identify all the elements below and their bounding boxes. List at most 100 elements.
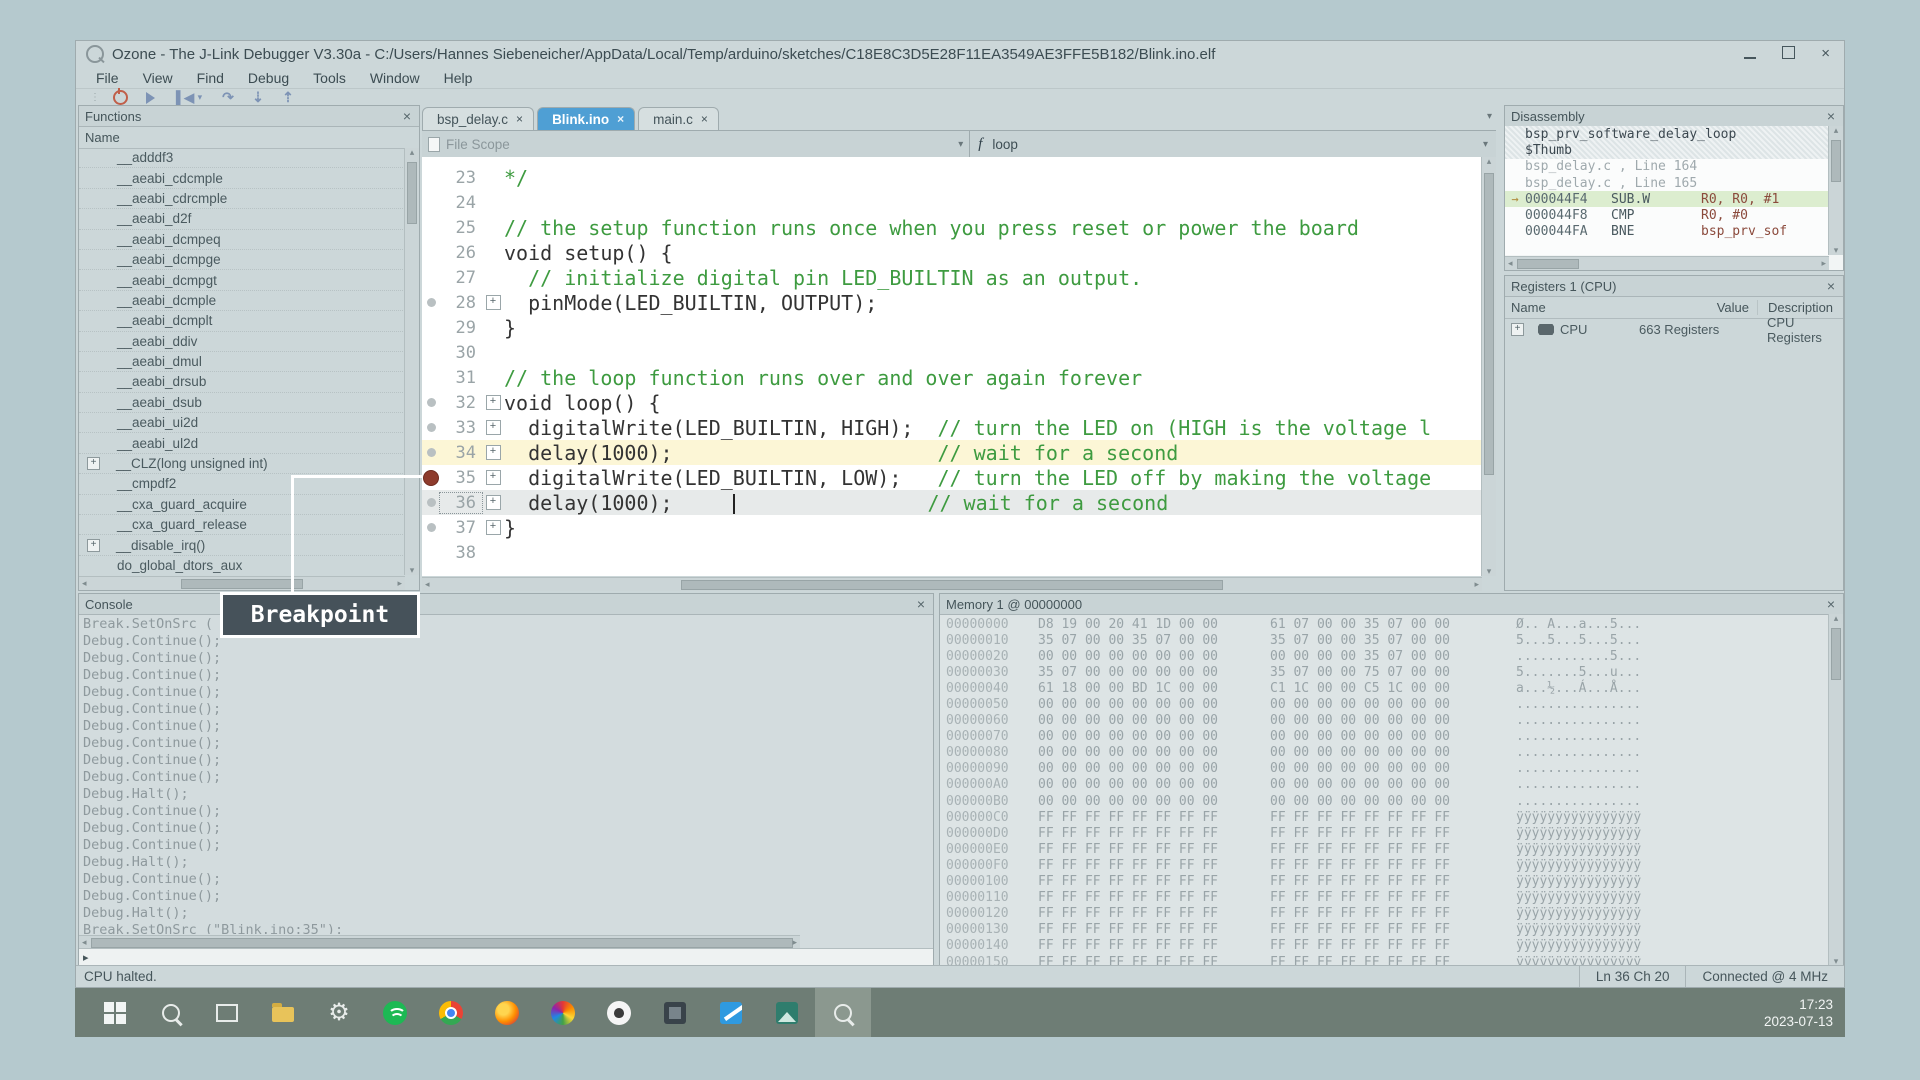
close-icon[interactable]: × <box>401 109 413 123</box>
memory-row[interactable]: 000000B000 00 00 00 00 00 00 0000 00 00 … <box>946 793 1829 809</box>
fold-icon[interactable]: + <box>486 495 501 510</box>
code-line[interactable]: 33+ digitalWrite(LED_BUILTIN, HIGH); // … <box>422 415 1482 440</box>
functions-panel-header[interactable]: Functions × <box>79 106 419 127</box>
memory-hex-view[interactable]: 00000000D8 19 00 20 41 1D 00 0061 07 00 … <box>940 614 1829 966</box>
color-wheel-button[interactable] <box>535 988 591 1037</box>
register-row-cpu[interactable]: + CPU 663 Registers CPU Registers <box>1505 319 1843 340</box>
code-line[interactable]: 28+ pinMode(LED_BUILTIN, OUTPUT); <box>422 290 1482 315</box>
scroll-left-icon[interactable]: ◂ <box>82 938 87 947</box>
code-line[interactable]: 32+void loop() { <box>422 390 1482 415</box>
power-button[interactable] <box>112 90 128 106</box>
function-list-item[interactable]: __aeabi_d2f <box>79 209 405 229</box>
memory-vertical-scrollbar[interactable]: ▴ ▾ <box>1828 614 1843 966</box>
column-value[interactable]: Value <box>1639 300 1749 315</box>
code-line[interactable]: 29} <box>422 315 1482 340</box>
memory-row[interactable]: 0000007000 00 00 00 00 00 00 0000 00 00 … <box>946 729 1829 745</box>
scrollbar-thumb[interactable] <box>681 580 1223 590</box>
memory-panel-header[interactable]: Memory 1 @ 00000000 × <box>940 594 1843 615</box>
scroll-right-icon[interactable]: ▸ <box>793 938 798 947</box>
function-list-item[interactable]: +__CLZ(long unsigned int) <box>79 454 405 474</box>
scrollbar-thumb[interactable] <box>181 579 303 589</box>
menu-item-find[interactable]: Find <box>185 70 236 86</box>
photos-button[interactable] <box>759 988 815 1037</box>
snipping-tool-button[interactable] <box>647 988 703 1037</box>
disassembly-sym-line[interactable]: $Thumb <box>1505 142 1829 158</box>
memory-row[interactable]: 00000000D8 19 00 20 41 1D 00 0061 07 00 … <box>946 616 1829 632</box>
step-out-button[interactable]: ⇡ <box>280 90 296 106</box>
line-marker-dot[interactable] <box>427 398 436 407</box>
memory-row[interactable]: 000000E0FF FF FF FF FF FF FF FFFF FF FF … <box>946 841 1829 857</box>
console-horizontal-scrollbar[interactable]: ◂ ▸ <box>79 935 800 949</box>
title-bar[interactable]: Ozone - The J-Link Debugger V3.30a - C:/… <box>76 41 1844 67</box>
expand-icon[interactable]: + <box>87 539 100 552</box>
memory-row[interactable]: 000000F0FF FF FF FF FF FF FF FFFF FF FF … <box>946 857 1829 873</box>
fold-icon[interactable]: + <box>486 445 501 460</box>
code-line[interactable]: 23*/ <box>422 165 1482 190</box>
memory-row[interactable]: 00000130FF FF FF FF FF FF FF FFFF FF FF … <box>946 922 1829 938</box>
scroll-left-icon[interactable]: ◂ <box>82 579 87 588</box>
close-icon[interactable]: × <box>915 597 927 611</box>
scrollbar-thumb[interactable] <box>1484 173 1494 475</box>
step-over-button[interactable]: ↷ <box>220 90 236 106</box>
maximize-button[interactable] <box>1782 46 1795 62</box>
console-log[interactable]: Break.SetOnSrc (Debug.Continue();Debug.C… <box>79 614 933 934</box>
memory-row[interactable]: 0000001035 07 00 00 35 07 00 0035 07 00 … <box>946 632 1829 648</box>
close-button[interactable]: × <box>1821 46 1830 62</box>
gutter-dot-column[interactable] <box>422 523 440 532</box>
code-line[interactable]: 25// the setup function runs once when y… <box>422 215 1482 240</box>
memory-row[interactable]: 00000120FF FF FF FF FF FF FF FFFF FF FF … <box>946 906 1829 922</box>
file-scope-dropdown[interactable]: File Scope ▾ <box>422 131 970 157</box>
taskbar-clock[interactable]: 17:23 2023-07-13 <box>1764 996 1845 1030</box>
taskbar-search-button[interactable] <box>143 988 199 1037</box>
scroll-up-icon[interactable]: ▴ <box>1482 157 1496 166</box>
settings-button[interactable]: ⚙ <box>311 988 367 1037</box>
code-line[interactable]: 27 // initialize digital pin LED_BUILTIN… <box>422 265 1482 290</box>
function-list-item[interactable]: __adddf3 <box>79 148 405 168</box>
memory-row[interactable]: 0000003035 07 00 00 00 00 00 0035 07 00 … <box>946 664 1829 680</box>
functions-vertical-scrollbar[interactable]: ▴ ▾ <box>404 148 419 575</box>
function-list-item[interactable]: __aeabi_cdrcmple <box>79 189 405 209</box>
function-list-item[interactable]: __aeabi_ddiv <box>79 332 405 352</box>
code-line[interactable]: 26void setup() { <box>422 240 1482 265</box>
file-explorer-button[interactable] <box>255 988 311 1037</box>
function-list-item[interactable]: __aeabi_dcmplt <box>79 311 405 331</box>
firefox-button[interactable] <box>479 988 535 1037</box>
disassembly-instruction[interactable]: 000044F8CMPR0, #0 <box>1505 207 1829 223</box>
memory-row[interactable]: 00000140FF FF FF FF FF FF FF FFFF FF FF … <box>946 938 1829 954</box>
disassembly-sym-line[interactable]: bsp_prv_software_delay_loop <box>1505 126 1829 142</box>
memory-row[interactable]: 0000006000 00 00 00 00 00 00 0000 00 00 … <box>946 713 1829 729</box>
memory-row[interactable]: 0000009000 00 00 00 00 00 00 0000 00 00 … <box>946 761 1829 777</box>
function-list-item[interactable]: __aeabi_drsub <box>79 372 405 392</box>
fold-icon[interactable]: + <box>486 520 501 535</box>
expand-icon[interactable]: + <box>1511 323 1524 336</box>
disassembly-vertical-scrollbar[interactable]: ▴ ▾ <box>1828 126 1843 255</box>
start-button[interactable] <box>87 988 143 1037</box>
disassembly-horizontal-scrollbar[interactable]: ◂ ▸ <box>1505 256 1829 270</box>
disassembly-instruction[interactable]: 000044FABNEbsp_prv_sof <box>1505 224 1829 240</box>
fold-icon[interactable]: + <box>486 395 501 410</box>
disassembly-body[interactable]: bsp_prv_software_delay_loop$Thumbbsp_del… <box>1505 126 1829 255</box>
functions-horizontal-scrollbar[interactable]: ◂ ▸ <box>79 576 405 590</box>
console-panel-header[interactable]: Console × <box>79 594 933 615</box>
menu-item-debug[interactable]: Debug <box>236 70 301 86</box>
close-icon[interactable]: × <box>516 112 523 126</box>
menu-item-view[interactable]: View <box>131 70 185 86</box>
column-name[interactable]: Name <box>1505 300 1639 315</box>
fold-icon[interactable]: + <box>486 420 501 435</box>
code-line[interactable]: 36+ delay(1000); // wait for a second <box>422 490 1482 515</box>
tab-bsp_delay-c[interactable]: bsp_delay.c× <box>422 107 534 130</box>
scroll-right-icon[interactable]: ▸ <box>397 579 402 588</box>
fold-icon[interactable]: + <box>486 295 501 310</box>
gutter-dot-column[interactable] <box>422 423 440 432</box>
gutter-dot-column[interactable] <box>422 498 440 507</box>
memory-row[interactable]: 000000C0FF FF FF FF FF FF FF FFFF FF FF … <box>946 809 1829 825</box>
memory-row[interactable]: 0000004061 18 00 00 BD 1C 00 00C1 1C 00 … <box>946 680 1829 696</box>
code-line[interactable]: 30 <box>422 340 1482 365</box>
menu-item-help[interactable]: Help <box>432 70 485 86</box>
memory-row[interactable]: 000000D0FF FF FF FF FF FF FF FFFF FF FF … <box>946 825 1829 841</box>
scrollbar-thumb[interactable] <box>407 162 417 224</box>
menu-item-window[interactable]: Window <box>358 70 432 86</box>
scroll-up-icon[interactable]: ▴ <box>1829 126 1843 135</box>
scrollbar-thumb[interactable] <box>1517 259 1579 269</box>
registers-panel-header[interactable]: Registers 1 (CPU) × <box>1505 276 1843 297</box>
